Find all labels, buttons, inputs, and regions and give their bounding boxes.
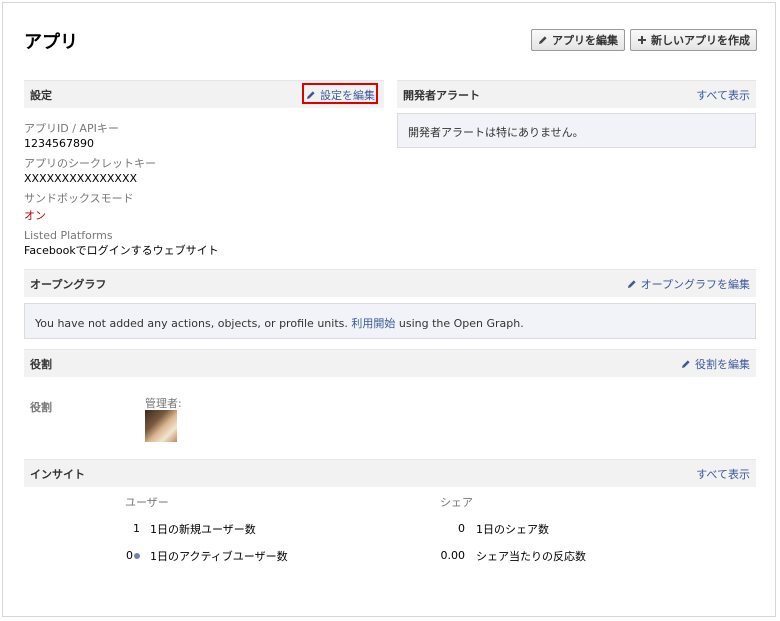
active-users-value: 0 [110, 549, 140, 562]
insights-users-header: ユーザー [125, 496, 169, 509]
admin-avatar[interactable] [145, 410, 177, 442]
edit-roles-link[interactable]: 役割を編集 [681, 356, 750, 372]
listed-platforms-label: Listed Platforms [24, 229, 113, 242]
shares-label: 1日のシェア数 [476, 523, 549, 536]
pencil-icon [627, 280, 636, 288]
app-secret-value: XXXXXXXXXXXXXXX [24, 172, 138, 185]
reaction-per-share-value: 0.00 [440, 549, 466, 562]
edit-app-button[interactable]: アプリを編集 [531, 29, 625, 51]
edit-settings-label: 設定を編集 [320, 89, 375, 102]
alerts-see-all-link[interactable]: すべて表示 [696, 87, 750, 103]
roles-header-bar: 役割 役割を編集 [24, 349, 756, 377]
insights-share-header: シェア [440, 496, 473, 509]
listed-platforms-value: Facebookでログインするウェブサイト [24, 244, 219, 257]
shares-value: 0 [458, 522, 465, 535]
edit-opengraph-link[interactable]: オープングラフを編集 [627, 276, 750, 292]
developer-alerts-box: 開発者アラートは特にありません。 [397, 113, 756, 148]
sandbox-mode-value: オン [24, 209, 46, 222]
active-users-label: 1日のアクティブユーザー数 [150, 550, 288, 563]
create-new-app-label: 新しいアプリを作成 [651, 34, 750, 47]
insights-header-bar: インサイト すべて表示 [24, 459, 756, 487]
new-users-value: 1 [133, 522, 140, 535]
get-started-link[interactable]: 利用開始 [351, 317, 395, 330]
pencil-icon [682, 360, 690, 368]
edit-roles-label: 役割を編集 [695, 358, 750, 371]
app-id-label: アプリID / APIキー [24, 122, 119, 135]
pencil-icon [539, 36, 547, 44]
insights-see-all-link[interactable]: すべて表示 [696, 466, 750, 482]
insights-header: インサイト [30, 468, 85, 481]
opengraph-notice-suffix: using the Open Graph. [398, 317, 524, 330]
new-users-label: 1日の新規ユーザー数 [150, 523, 256, 536]
admins-label: 管理者: [145, 397, 182, 410]
pencil-icon [307, 91, 315, 99]
settings-header: 設定 [30, 89, 52, 102]
app-id-value: 1234567890 [24, 137, 94, 150]
roles-header: 役割 [30, 358, 52, 371]
edit-opengraph-label: オープングラフを編集 [640, 278, 750, 291]
page-title: アプリ [24, 32, 78, 53]
edit-app-label: アプリを編集 [552, 34, 618, 47]
roles-row-label: 役割 [30, 401, 52, 414]
sandbox-mode-label: サンドボックスモード [24, 192, 134, 205]
reaction-per-share-label: シェア当たりの反応数 [476, 550, 586, 563]
plus-icon [638, 36, 646, 44]
active-users-number: 0 [126, 549, 133, 562]
developer-alerts-header-bar: 開発者アラート すべて表示 [397, 80, 756, 108]
opengraph-header-bar: オープングラフ オープングラフを編集 [24, 269, 756, 297]
create-new-app-button[interactable]: 新しいアプリを作成 [630, 29, 757, 51]
opengraph-notice-text: You have not added any actions, objects,… [35, 317, 348, 330]
series-dot-icon [134, 553, 140, 559]
developer-alerts-header: 開発者アラート [403, 89, 480, 102]
edit-settings-link[interactable]: 設定を編集 [306, 87, 375, 103]
opengraph-header: オープングラフ [30, 278, 107, 291]
app-secret-label: アプリのシークレットキー [24, 157, 156, 170]
opengraph-notice-box: You have not added any actions, objects,… [24, 303, 756, 339]
developer-alerts-message: 開発者アラートは特にありません。 [408, 126, 584, 139]
